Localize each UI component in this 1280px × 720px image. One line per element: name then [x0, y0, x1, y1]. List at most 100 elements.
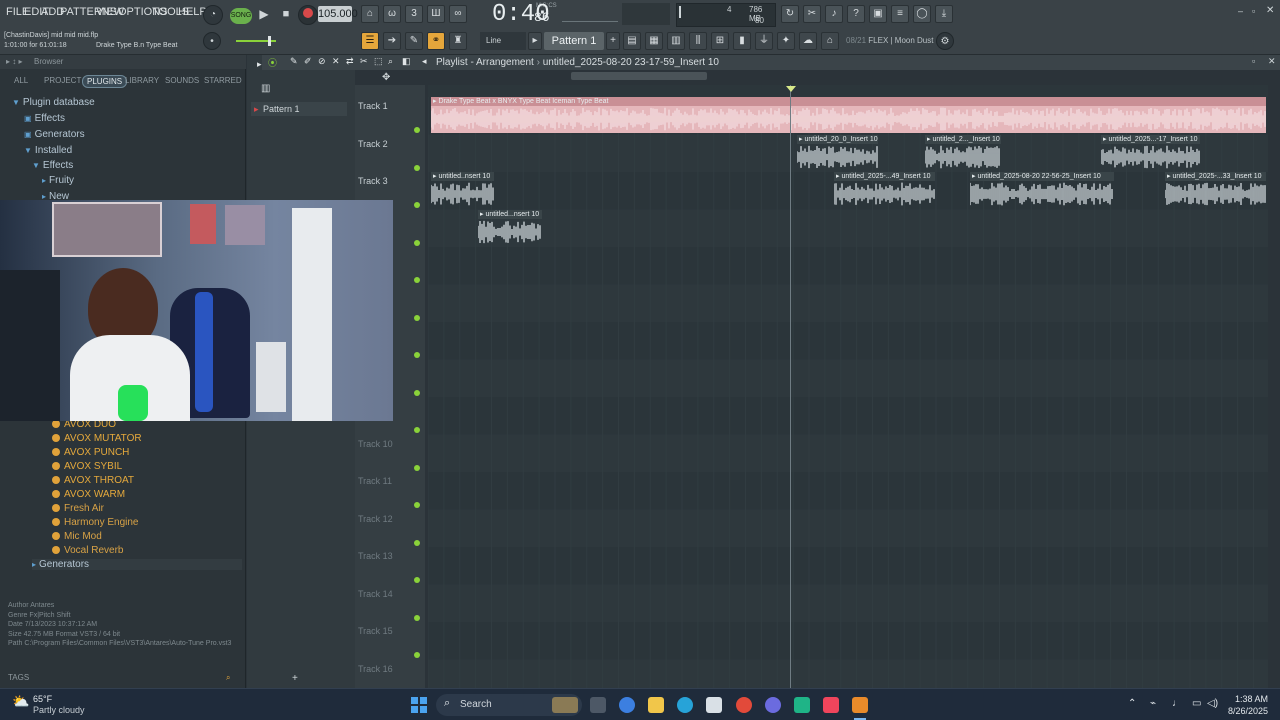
help-icon[interactable]: ?: [847, 5, 865, 23]
copilot-icon[interactable]: [619, 697, 635, 713]
plugin-vocal-reverb[interactable]: Vocal Reverb: [52, 545, 123, 556]
plugin-picker-icon[interactable]: ▮: [733, 32, 751, 50]
pattern-list-item[interactable]: ▸ Pattern 1: [251, 102, 347, 116]
tempo-tapper-icon[interactable]: ✦: [777, 32, 795, 50]
master-pitch-knob[interactable]: •: [203, 32, 221, 50]
tree-plugin-database[interactable]: ▼ Plugin database: [12, 97, 95, 108]
tray-mic-icon[interactable]: ♩: [1172, 698, 1182, 709]
plug-icon[interactable]: ⏚: [755, 32, 773, 50]
horizontal-scrollbar[interactable]: [571, 72, 707, 80]
mute-tool-icon[interactable]: ✕: [332, 56, 340, 67]
audio-clip[interactable]: ▸ untitled_2025-08-20 22-56-25_Insert 10: [970, 172, 1114, 208]
minimize-icon[interactable]: –: [1238, 6, 1243, 16]
channel-rack-icon[interactable]: ▥: [667, 32, 685, 50]
plugin-mic-mod[interactable]: Mic Mod: [52, 531, 102, 542]
track-name[interactable]: Track 1: [358, 101, 388, 111]
track-mute-led[interactable]: [414, 127, 420, 133]
track-mute-led[interactable]: [414, 577, 420, 583]
track-name[interactable]: Track 2: [358, 139, 388, 149]
stop-icon[interactable]: ■: [276, 5, 296, 25]
arrow-right-icon[interactable]: ➔: [383, 32, 401, 50]
weather-desc[interactable]: Partly cloudy: [33, 705, 85, 715]
windows-start-icon[interactable]: [411, 697, 427, 713]
playback-tool-icon[interactable]: ◧: [402, 56, 411, 67]
tree-installed[interactable]: ▼ Installed: [24, 145, 72, 156]
plugin-fresh-air[interactable]: Fresh Air: [52, 503, 104, 514]
microphone-icon[interactable]: ♪: [825, 5, 843, 23]
track-mute-led[interactable]: [414, 652, 420, 658]
tab-sounds[interactable]: SOUNDS: [165, 76, 199, 85]
track-name[interactable]: Track 11: [358, 476, 392, 486]
stamp-icon[interactable]: ♜: [449, 32, 467, 50]
audio-clip[interactable]: ▸ untitled..nsert 10: [431, 172, 494, 208]
cloud-icon[interactable]: ☁: [799, 32, 817, 50]
tree-effects[interactable]: ▣ Effects: [24, 113, 65, 124]
playlist-snap-icon[interactable]: ✥: [382, 72, 390, 83]
link-icon[interactable]: ⚭: [427, 32, 445, 50]
tray-display-icon[interactable]: ▭: [1192, 698, 1201, 709]
zoom-tool-icon[interactable]: ⌕: [388, 56, 393, 67]
file-explorer-icon[interactable]: [648, 697, 664, 713]
download-icon[interactable]: ⤓: [935, 5, 953, 23]
audio-clip[interactable]: ▸ untitled...nsert 10: [478, 209, 542, 246]
snap-select[interactable]: Line: [480, 32, 526, 50]
track-mute-led[interactable]: [414, 277, 420, 283]
edge-icon[interactable]: [677, 697, 693, 713]
track-mute-led[interactable]: [414, 464, 420, 471]
maximize-icon[interactable]: ▫: [1252, 6, 1255, 16]
track-mute-led[interactable]: [414, 427, 420, 433]
record-icon[interactable]: [298, 5, 318, 25]
pattern-add-icon[interactable]: +: [606, 32, 620, 50]
audio-clip[interactable]: ▸ untitled_2025-...33_Insert 10: [1165, 172, 1266, 208]
taskbar-clock[interactable]: 1:38 AM 8/26/2025: [1222, 693, 1268, 717]
track-mute-led[interactable]: [414, 164, 420, 171]
tab-starred[interactable]: STARRED: [204, 76, 242, 85]
fl-studio-icon[interactable]: [852, 697, 868, 713]
taskbar-search[interactable]: ⌕ Search: [436, 694, 582, 716]
loop-record-icon[interactable]: ∞: [449, 5, 467, 23]
audio-clip[interactable]: ▸ untitled_2025-...49_Insert 10: [834, 172, 935, 208]
tray-network-icon[interactable]: ⌁: [1150, 698, 1156, 709]
track-mute-led[interactable]: [414, 314, 420, 321]
record-mode-icon[interactable]: ◔: [203, 5, 223, 25]
track-mute-led[interactable]: [414, 352, 420, 358]
delete-tool-icon[interactable]: ⊘: [318, 56, 326, 67]
track-mute-led[interactable]: [414, 502, 420, 508]
close-icon[interactable]: ✕: [1266, 5, 1274, 16]
tree-installed-generators[interactable]: ▸ Generators: [32, 559, 242, 570]
song-mode-button[interactable]: SONG: [230, 8, 252, 24]
audio-clip[interactable]: ▸ Drake Type Beat x BNYX Type Beat Icema…: [431, 97, 1266, 133]
playlist-menu-icon[interactable]: ▸: [257, 59, 262, 70]
metronome-icon[interactable]: ⌂: [361, 5, 379, 23]
chat-icon[interactable]: ◯: [913, 5, 931, 23]
chrome-icon[interactable]: [736, 697, 752, 713]
weather-temp[interactable]: 65°F: [33, 694, 52, 704]
plugin-harmony-engine[interactable]: Harmony Engine: [52, 517, 138, 528]
playhead-marker-icon[interactable]: [786, 86, 796, 92]
store-icon[interactable]: [706, 697, 722, 713]
mixer-icon[interactable]: ≡: [891, 5, 909, 23]
draw-tool-icon[interactable]: ✎: [290, 56, 298, 67]
paint-tool-icon[interactable]: ✐: [304, 56, 312, 67]
task-view-icon[interactable]: [590, 697, 606, 713]
step-edit-icon[interactable]: Ш: [427, 5, 445, 23]
playhead-line[interactable]: [790, 85, 791, 688]
arrow-left-icon[interactable]: ◂: [422, 56, 427, 67]
snap-magnet-icon[interactable]: ⦿: [268, 56, 277, 69]
save-icon[interactable]: ▣: [869, 5, 887, 23]
track-name[interactable]: Track 12: [358, 514, 393, 524]
audio-clip[interactable]: ▸ untitled_20_0_Insert 10: [797, 134, 878, 171]
select-tool-icon[interactable]: ⬚: [374, 56, 383, 67]
slip-tool-icon[interactable]: ⇄: [346, 56, 354, 67]
countdown-icon[interactable]: 3: [405, 5, 423, 23]
plugin-avox-punch[interactable]: AVOX PUNCH: [52, 447, 129, 458]
mixer-window-icon[interactable]: ⫼: [689, 32, 707, 50]
track-name[interactable]: Track 16: [358, 664, 393, 674]
tray-chevron-icon[interactable]: ⌃: [1128, 698, 1136, 709]
track-name[interactable]: Track 14: [358, 589, 393, 599]
close-playlist-icon[interactable]: ✕: [1268, 56, 1276, 67]
slice-tool-icon[interactable]: ✂: [360, 56, 368, 67]
tab-project[interactable]: PROJECT: [44, 76, 81, 85]
maximize-playlist-icon[interactable]: ▫: [1252, 56, 1255, 66]
track-name[interactable]: Track 3: [358, 176, 388, 186]
